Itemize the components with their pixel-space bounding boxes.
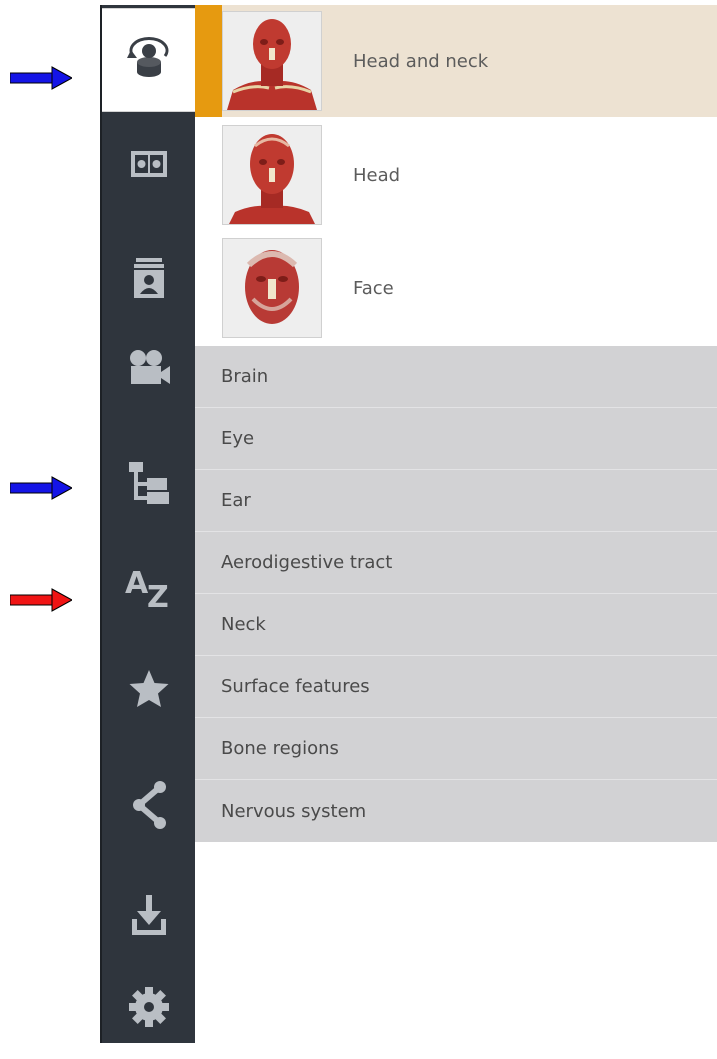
subregion-label: Head [353, 164, 401, 186]
layers-person-icon [133, 258, 164, 298]
red-arrow [10, 588, 72, 612]
settings-button[interactable] [102, 955, 195, 1059]
hierarchy-button[interactable] [102, 432, 195, 536]
download-icon [131, 895, 166, 935]
sidebar: A Z [100, 5, 195, 1043]
category-item-neck[interactable]: Neck [195, 594, 717, 656]
download-button[interactable] [102, 863, 195, 967]
alphabetical-az-icon: A Z [125, 566, 169, 611]
gear-icon [128, 987, 169, 1027]
layers-button[interactable] [102, 226, 195, 330]
subregion-item-head-and-neck[interactable]: Head and neck [195, 5, 717, 117]
svg-text:A: A [125, 566, 149, 601]
category-item-aerodigestive-tract[interactable]: Aerodigestive tract [195, 532, 717, 594]
subregion-item-face[interactable]: Face [195, 232, 717, 344]
subregion-label: Face [353, 277, 394, 299]
favorites-button[interactable] [102, 637, 195, 741]
category-item-surface-features[interactable]: Surface features [195, 656, 717, 718]
head-thumbnail [222, 125, 322, 225]
subregion-label: Head and neck [353, 50, 489, 72]
blue-arrow [10, 66, 72, 90]
category-item-eye[interactable]: Eye [195, 408, 717, 470]
video-camera-icon [129, 350, 170, 384]
blue-arrow [10, 476, 72, 500]
category-item-nervous-system[interactable]: Nervous system [195, 780, 717, 842]
share-button[interactable] [102, 753, 195, 857]
star-icon [129, 670, 168, 707]
split-view-icon [130, 151, 167, 177]
split-view-button[interactable] [102, 112, 195, 216]
alphabetical-button[interactable]: A Z [102, 535, 195, 639]
head-and-neck-thumbnail [222, 11, 322, 111]
subregion-item-head[interactable]: Head [195, 119, 717, 231]
tree-hierarchy-icon [128, 462, 169, 504]
category-item-ear[interactable]: Ear [195, 470, 717, 532]
rotate-model-icon [126, 37, 168, 77]
category-item-bone-regions[interactable]: Bone regions [195, 718, 717, 780]
selection-indicator [195, 5, 222, 117]
video-button[interactable] [102, 316, 195, 420]
category-item-brain[interactable]: Brain [195, 346, 717, 408]
svg-text:Z: Z [147, 580, 169, 611]
face-thumbnail [222, 238, 322, 338]
share-icon [132, 781, 166, 829]
category-list: Brain Eye Ear Aerodigestive tract Neck S… [195, 346, 717, 842]
rotate-model-button[interactable] [102, 8, 195, 112]
